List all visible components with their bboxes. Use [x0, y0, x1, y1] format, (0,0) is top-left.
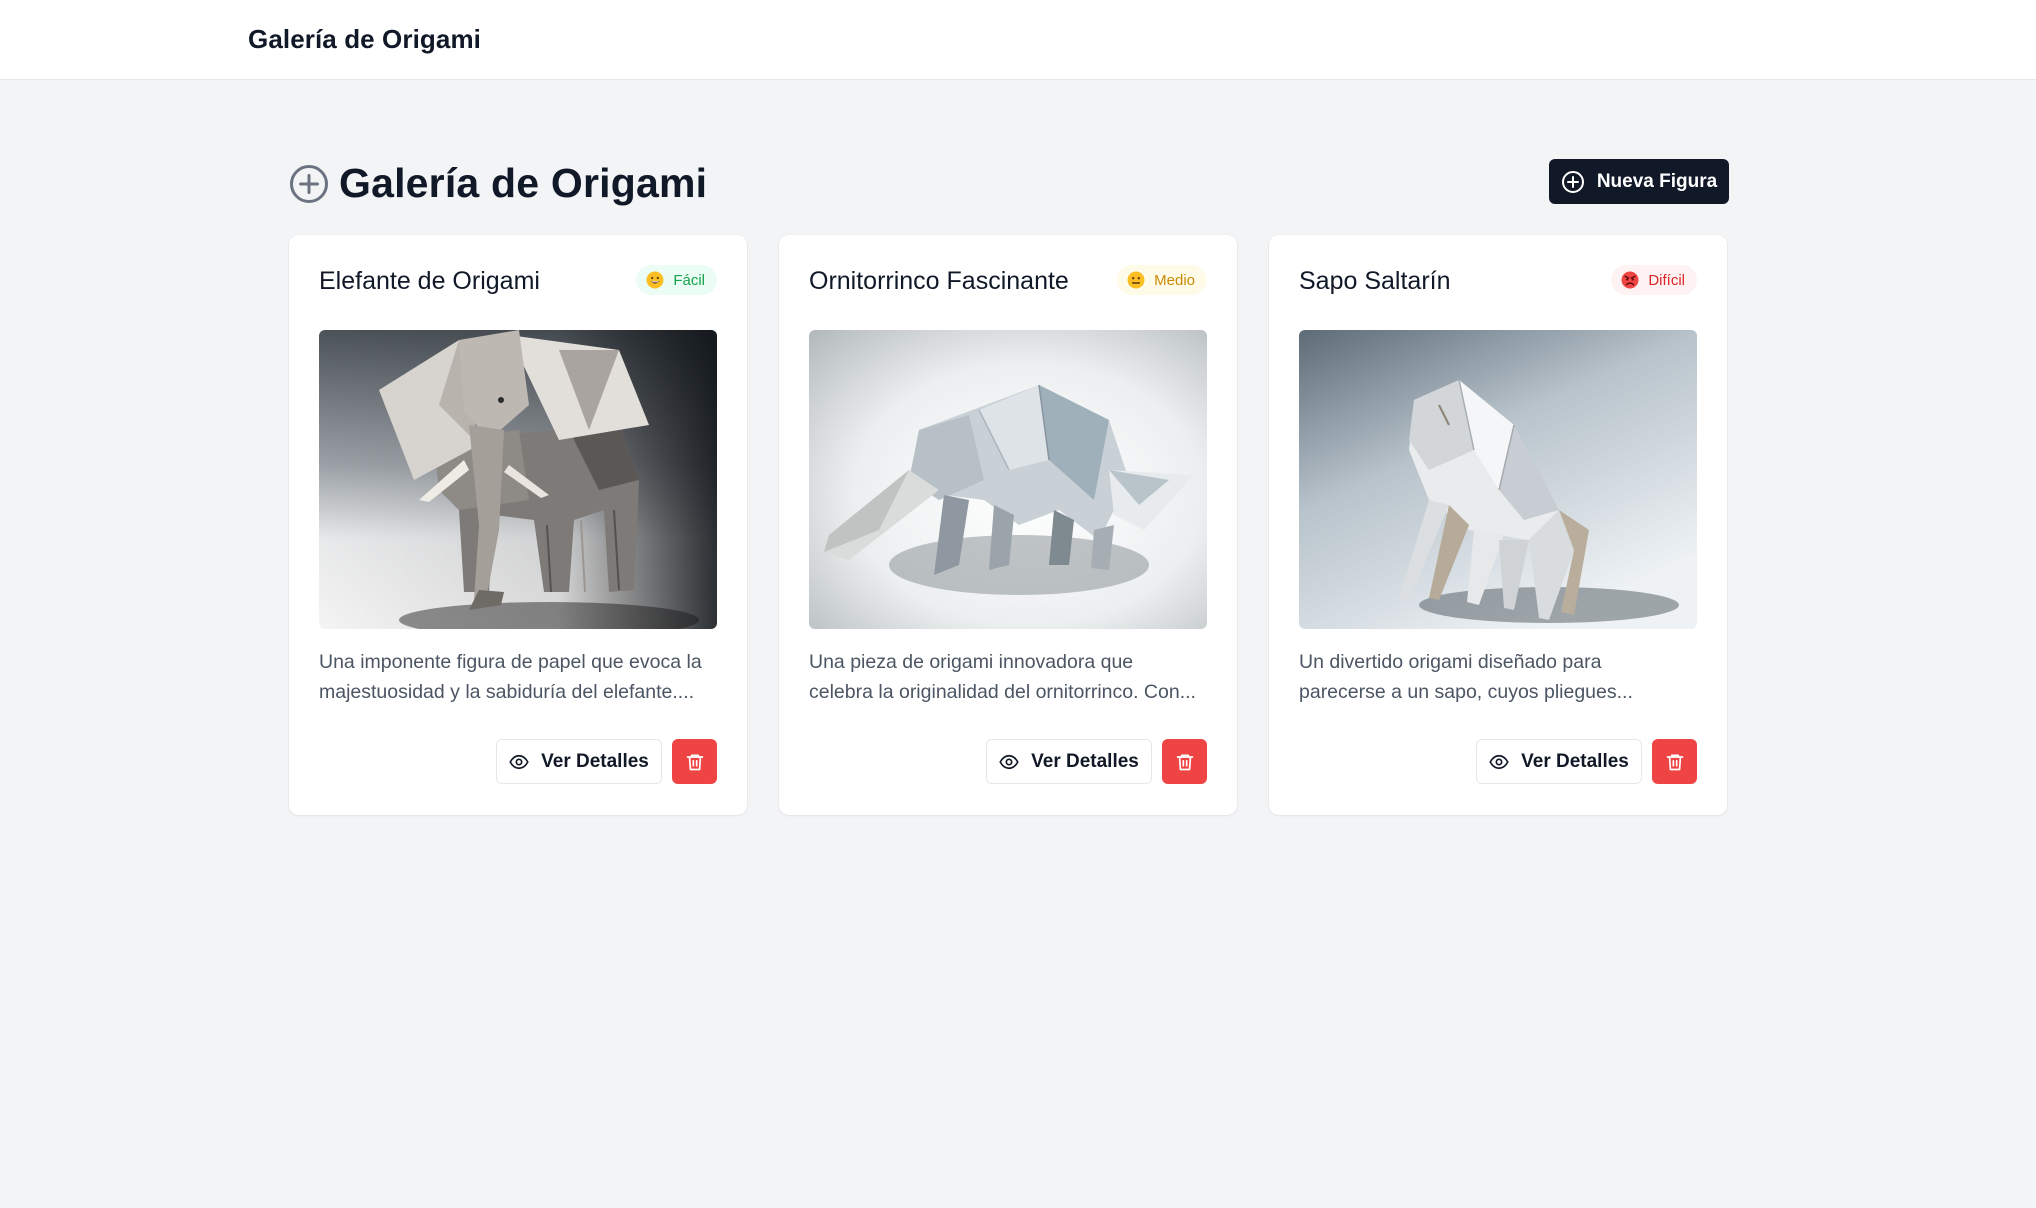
figure-card-grid: Elefante de Origami Fácil Una imponente …: [289, 235, 1727, 815]
view-details-label: Ver Detalles: [541, 750, 649, 772]
card-description-line: Una pieza de origami innovadora que: [809, 651, 1134, 673]
page-title: Galería de Origami: [339, 160, 708, 206]
grinning-face-icon: [646, 271, 664, 289]
navbar-title[interactable]: Galería de Origami: [248, 24, 481, 55]
view-details-button[interactable]: Ver Detalles: [496, 739, 662, 784]
card-description-line: Un divertido origami diseñado para: [1299, 651, 1602, 673]
card-title: Elefante de Origami: [319, 267, 540, 295]
difficulty-badge: Difícil: [1611, 265, 1697, 295]
difficulty-label: Medio: [1154, 271, 1195, 289]
page-header: Galería de Origami Nueva Figura: [289, 156, 1729, 212]
view-details-label: Ver Detalles: [1031, 750, 1139, 772]
eye-icon: [999, 754, 1019, 769]
neutral-face-icon: [1127, 271, 1145, 289]
figure-card: Sapo Saltarín Difícil Un divertido origa…: [1269, 235, 1727, 815]
delete-button[interactable]: [1652, 739, 1697, 784]
new-figure-button-label: Nueva Figura: [1596, 170, 1718, 192]
card-description: Una pieza de origami innovadora que cele…: [809, 647, 1209, 707]
figure-card: Ornitorrinco Fascinante Medio Una pieza …: [779, 235, 1237, 815]
origami-platypus-image: [809, 330, 1207, 629]
view-details-button[interactable]: Ver Detalles: [986, 739, 1152, 784]
card-title: Sapo Saltarín: [1299, 267, 1451, 295]
card-title: Ornitorrinco Fascinante: [809, 267, 1069, 295]
figure-card: Elefante de Origami Fácil Una imponente …: [289, 235, 747, 815]
delete-button[interactable]: [672, 739, 717, 784]
trash-icon: [1666, 754, 1683, 770]
card-description: Una imponente figura de papel que evoca …: [319, 647, 719, 707]
eye-icon: [509, 754, 529, 769]
difficulty-label: Fácil: [673, 271, 705, 289]
difficulty-badge: Medio: [1117, 265, 1207, 295]
new-figure-button[interactable]: Nueva Figura: [1549, 159, 1729, 204]
difficulty-label: Difícil: [1648, 271, 1685, 289]
card-description: Un divertido origami diseñado para parec…: [1299, 647, 1699, 707]
eye-icon: [1489, 754, 1509, 769]
page-title-group: Galería de Origami: [289, 160, 707, 207]
plus-circle-icon: [290, 164, 328, 203]
origami-elephant-image: [319, 330, 717, 629]
card-description-line: majestuosidad y la sabiduría del elefant…: [319, 681, 695, 703]
origami-frog-image: [1299, 330, 1697, 629]
view-details-label: Ver Detalles: [1521, 750, 1629, 772]
trash-icon: [1176, 754, 1193, 770]
top-navbar: Galería de Origami: [0, 0, 2036, 80]
difficulty-badge: Fácil: [636, 265, 717, 295]
angry-face-icon: [1621, 271, 1639, 289]
plus-circle-icon: [1561, 170, 1584, 193]
trash-icon: [686, 754, 703, 770]
card-description-line: parecerse a un sapo, cuyos pliegues...: [1299, 681, 1633, 703]
view-details-button[interactable]: Ver Detalles: [1476, 739, 1642, 784]
card-description-line: Una imponente figura de papel que evoca …: [319, 651, 702, 673]
delete-button[interactable]: [1162, 739, 1207, 784]
card-description-line: celebra la originalidad del ornitorrinco…: [809, 681, 1196, 703]
